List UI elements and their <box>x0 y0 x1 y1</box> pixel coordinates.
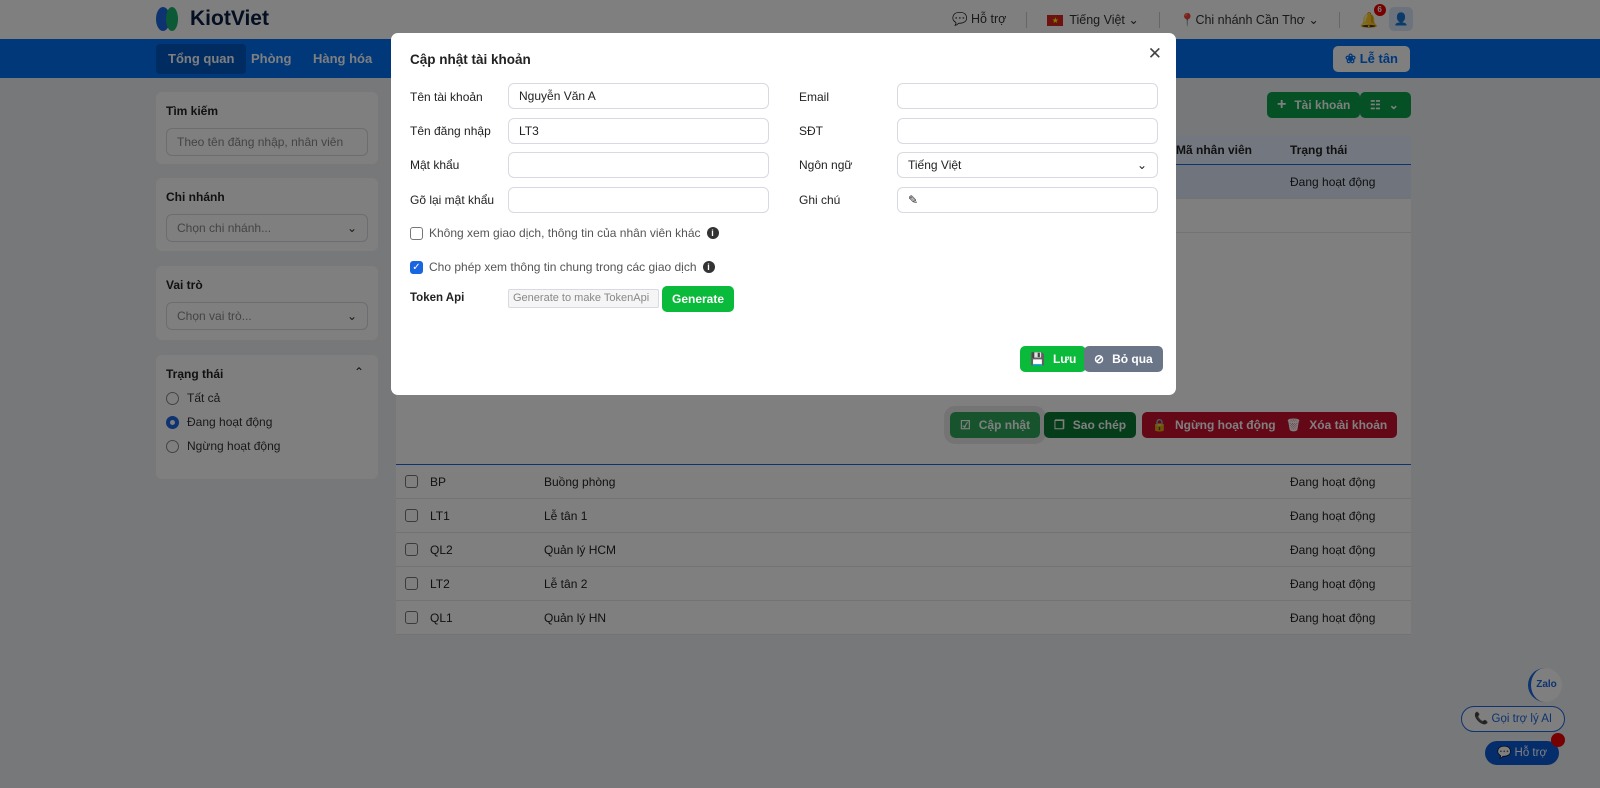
update-account-modal: Cập nhật tài khoản ✕ Tên tài khoản Nguyễ… <box>391 33 1176 395</box>
close-icon[interactable]: ✕ <box>1148 44 1162 64</box>
modal-title: Cập nhật tài khoản <box>410 52 531 67</box>
cancel-label: Bỏ qua <box>1112 352 1153 366</box>
info-icon[interactable]: i <box>706 227 719 239</box>
password-confirm-input[interactable] <box>508 187 769 213</box>
info-icon[interactable]: i <box>702 261 715 273</box>
account-name-label: Tên tài khoản <box>410 90 483 104</box>
password-input[interactable] <box>508 152 769 178</box>
email-label: Email <box>799 90 830 104</box>
generate-token-button[interactable]: Generate <box>662 286 735 312</box>
note-label: Ghi chú <box>799 193 841 207</box>
language-select-value: Tiếng Việt <box>908 158 962 172</box>
hide-others-checkbox[interactable]: Không xem giao dịch, thông tin của nhân … <box>410 226 719 240</box>
checkbox-icon <box>410 226 423 240</box>
login-name-label: Tên đăng nhập <box>410 124 491 138</box>
save-button[interactable]: 💾 Lưu <box>1020 346 1087 372</box>
account-name-input[interactable]: Nguyễn Văn A <box>508 83 769 109</box>
phone-label: SĐT <box>799 124 823 138</box>
token-api-input[interactable]: Generate to make TokenApi <box>508 289 659 308</box>
chevron-down-icon: ⌄ <box>1136 158 1147 172</box>
pencil-icon: ✎ <box>908 193 919 207</box>
language-select[interactable]: Tiếng Việt ⌄ <box>897 152 1158 178</box>
token-api-label: Token Api <box>410 292 465 304</box>
ban-icon: ⊘ <box>1094 352 1105 366</box>
email-input[interactable] <box>897 83 1158 109</box>
allow-common-checkbox[interactable]: ✓ Cho phép xem thông tin chung trong các … <box>410 260 715 274</box>
note-input[interactable]: ✎ <box>897 187 1158 213</box>
password-label: Mật khẩu <box>410 158 460 172</box>
language-label: Ngôn ngữ <box>799 158 853 172</box>
allow-common-label: Cho phép xem thông tin chung trong các g… <box>429 260 697 274</box>
checkbox-checked-icon: ✓ <box>410 260 423 274</box>
phone-input[interactable] <box>897 118 1158 144</box>
password-confirm-label: Gõ lại mật khẩu <box>410 193 495 207</box>
save-label: Lưu <box>1052 352 1077 366</box>
hide-others-label: Không xem giao dịch, thông tin của nhân … <box>429 226 701 240</box>
cancel-button[interactable]: ⊘ Bỏ qua <box>1084 346 1163 372</box>
login-name-input[interactable]: LT3 <box>508 118 769 144</box>
floppy-disk-icon: 💾 <box>1030 352 1045 366</box>
